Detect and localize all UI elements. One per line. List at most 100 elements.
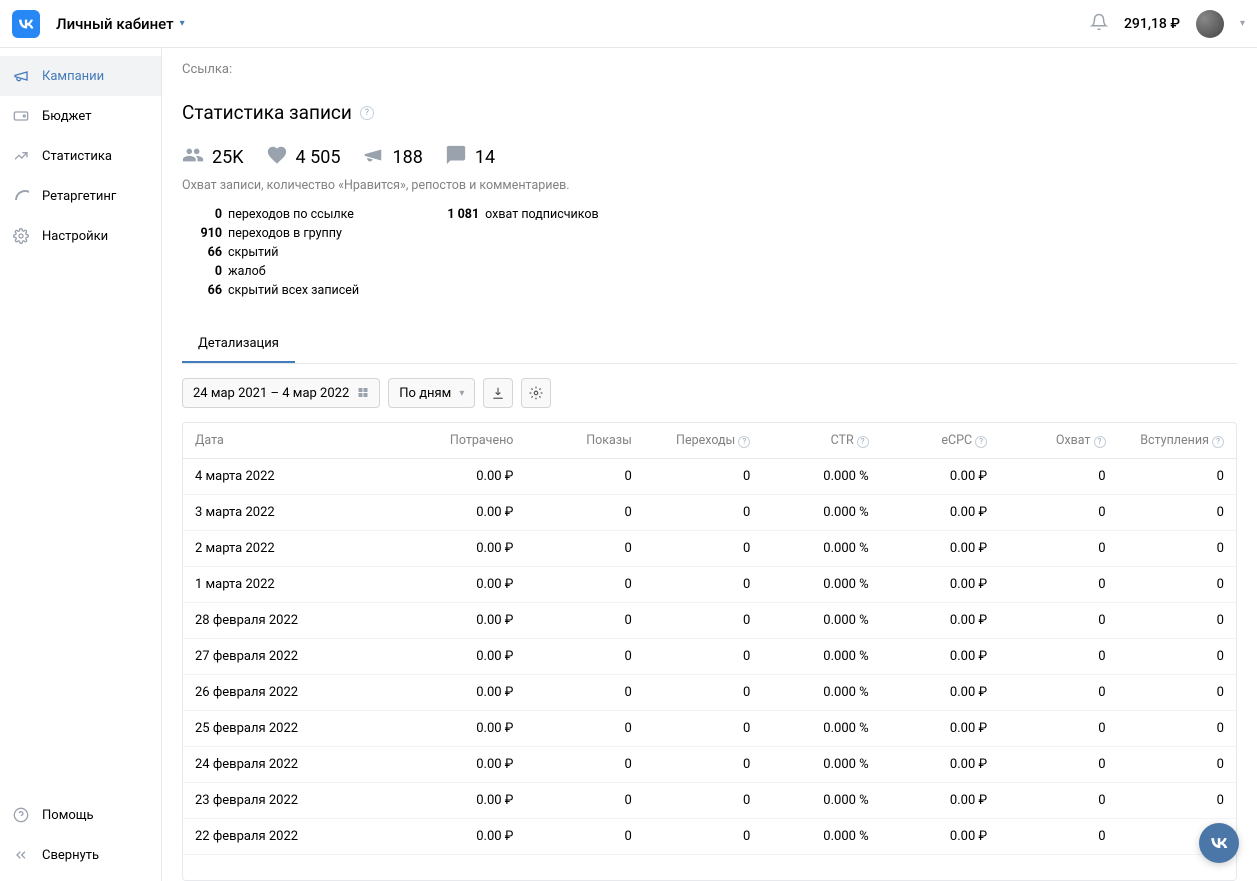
- download-button[interactable]: [483, 378, 513, 408]
- cell-joins: 0: [1106, 757, 1224, 772]
- help-icon[interactable]: ?: [857, 436, 869, 448]
- repost-icon: [362, 144, 384, 170]
- cell-joins: 0: [1106, 793, 1224, 808]
- detail-label: охват подписчиков: [485, 207, 599, 222]
- sidebar-item-retargeting[interactable]: Ретаргетинг: [0, 176, 161, 216]
- cell-shows: 0: [513, 829, 631, 844]
- column-header[interactable]: Показы: [513, 433, 631, 448]
- stat-bar: 25K 4 505 188 14: [182, 144, 1237, 170]
- table-body[interactable]: 4 марта 20220.00 ₽000.000 %0.00 ₽003 мар…: [183, 459, 1236, 880]
- cell-date: 25 февраля 2022: [195, 721, 395, 736]
- chevron-down-icon: ▾: [180, 18, 185, 29]
- cell-joins: 0: [1106, 613, 1224, 628]
- cell-spent: 0.00 ₽: [395, 649, 513, 664]
- help-icon[interactable]: ?: [975, 436, 987, 448]
- vk-fab[interactable]: [1199, 823, 1239, 863]
- column-header[interactable]: Потрачено: [395, 433, 513, 448]
- column-header[interactable]: CTR?: [750, 433, 868, 448]
- cell-ctr: 0.000 %: [750, 793, 868, 808]
- detail-label: переходов в группу: [228, 226, 342, 241]
- granularity-label: По дням: [399, 386, 451, 401]
- table-row: 22 февраля 20220.00 ₽000.000 %0.00 ₽00: [183, 819, 1236, 855]
- detail-label: скрытий: [228, 245, 278, 260]
- balance[interactable]: 291,18 ₽: [1124, 16, 1180, 32]
- cell-ctr: 0.000 %: [750, 541, 868, 556]
- settings-button[interactable]: [521, 378, 551, 408]
- cell-date: 4 марта 2022: [195, 469, 395, 484]
- sidebar-item-stats[interactable]: Статистика: [0, 136, 161, 176]
- cell-reach: 0: [987, 685, 1105, 700]
- cell-shows: 0: [513, 649, 631, 664]
- cell-spent: 0.00 ₽: [395, 577, 513, 592]
- cell-date: 22 февраля 2022: [195, 829, 395, 844]
- cell-ctr: 0.000 %: [750, 757, 868, 772]
- help-icon[interactable]: ?: [1094, 436, 1106, 448]
- cell-spent: 0.00 ₽: [395, 541, 513, 556]
- column-header[interactable]: eCPC?: [869, 433, 987, 448]
- table-row: 3 марта 20220.00 ₽000.000 %0.00 ₽00: [183, 495, 1236, 531]
- cell-reach: 0: [987, 613, 1105, 628]
- cell-clicks: 0: [632, 577, 750, 592]
- detail-line: 66 скрытий всех записей: [182, 283, 359, 298]
- cell-joins: 0: [1106, 721, 1224, 736]
- cell-clicks: 0: [632, 757, 750, 772]
- bell-icon[interactable]: [1090, 13, 1108, 35]
- detail-label: скрытий всех записей: [228, 283, 359, 298]
- cell-ecpc: 0.00 ₽: [869, 469, 987, 484]
- account-dropdown[interactable]: Личный кабинет ▾: [56, 15, 185, 33]
- stat-reposts: 188: [362, 144, 422, 170]
- column-header[interactable]: Вступления?: [1106, 433, 1224, 448]
- table-header: ДатаПотраченоПоказыПереходы?CTR?eCPC?Охв…: [183, 423, 1236, 459]
- table-row: 1 марта 20220.00 ₽000.000 %0.00 ₽00: [183, 567, 1236, 603]
- sidebar-item-help[interactable]: Помощь: [0, 795, 161, 835]
- cell-reach: 0: [987, 469, 1105, 484]
- cell-ctr: 0.000 %: [750, 685, 868, 700]
- cell-joins: 0: [1106, 505, 1224, 520]
- table-row: 24 февраля 20220.00 ₽000.000 %0.00 ₽00: [183, 747, 1236, 783]
- cell-reach: 0: [987, 793, 1105, 808]
- cell-reach: 0: [987, 505, 1105, 520]
- sidebar-item-collapse[interactable]: Свернуть: [0, 835, 161, 875]
- vk-logo[interactable]: [12, 10, 40, 38]
- comment-icon: [445, 144, 467, 170]
- sidebar-item-budget[interactable]: Бюджет: [0, 96, 161, 136]
- column-header[interactable]: Переходы?: [632, 433, 750, 448]
- cell-date: 28 февраля 2022: [195, 613, 395, 628]
- cell-date: 26 февраля 2022: [195, 685, 395, 700]
- retarget-icon: [10, 188, 32, 204]
- sidebar-label: Статистика: [42, 149, 112, 164]
- cell-shows: 0: [513, 613, 631, 628]
- cell-reach: 0: [987, 757, 1105, 772]
- cell-reach: 0: [987, 541, 1105, 556]
- table-row: 27 февраля 20220.00 ₽000.000 %0.00 ₽00: [183, 639, 1236, 675]
- column-header[interactable]: Охват?: [987, 433, 1105, 448]
- avatar[interactable]: [1196, 10, 1224, 38]
- granularity-button[interactable]: По дням ▾: [388, 378, 475, 408]
- sidebar-item-settings[interactable]: Настройки: [0, 216, 161, 256]
- cell-shows: 0: [513, 757, 631, 772]
- column-header[interactable]: Дата: [195, 433, 395, 448]
- tab-detail[interactable]: Детализация: [182, 326, 295, 363]
- date-range-button[interactable]: 24 мар 2021 – 4 мар 2022: [182, 378, 380, 408]
- heart-icon: [266, 144, 288, 170]
- cell-date: 24 февраля 2022: [195, 757, 395, 772]
- stat-comments-value: 14: [475, 147, 495, 168]
- cell-clicks: 0: [632, 649, 750, 664]
- stat-reach: 25K: [182, 144, 244, 170]
- people-icon: [182, 144, 204, 170]
- tabs: Детализация: [182, 326, 1237, 364]
- cell-clicks: 0: [632, 829, 750, 844]
- cell-joins: 0: [1106, 541, 1224, 556]
- help-icon[interactable]: ?: [738, 436, 750, 448]
- cell-reach: 0: [987, 829, 1105, 844]
- detail-line: 0жалоб: [182, 264, 359, 279]
- sidebar-item-campaigns[interactable]: Кампании: [0, 56, 161, 96]
- cell-shows: 0: [513, 577, 631, 592]
- cell-ecpc: 0.00 ₽: [869, 541, 987, 556]
- cell-shows: 0: [513, 685, 631, 700]
- avatar-chevron-icon[interactable]: ▾: [1240, 18, 1245, 29]
- help-icon[interactable]: ?: [1212, 436, 1224, 448]
- detail-number: 66: [182, 283, 222, 298]
- cell-ecpc: 0.00 ₽: [869, 577, 987, 592]
- help-icon[interactable]: ?: [360, 106, 374, 120]
